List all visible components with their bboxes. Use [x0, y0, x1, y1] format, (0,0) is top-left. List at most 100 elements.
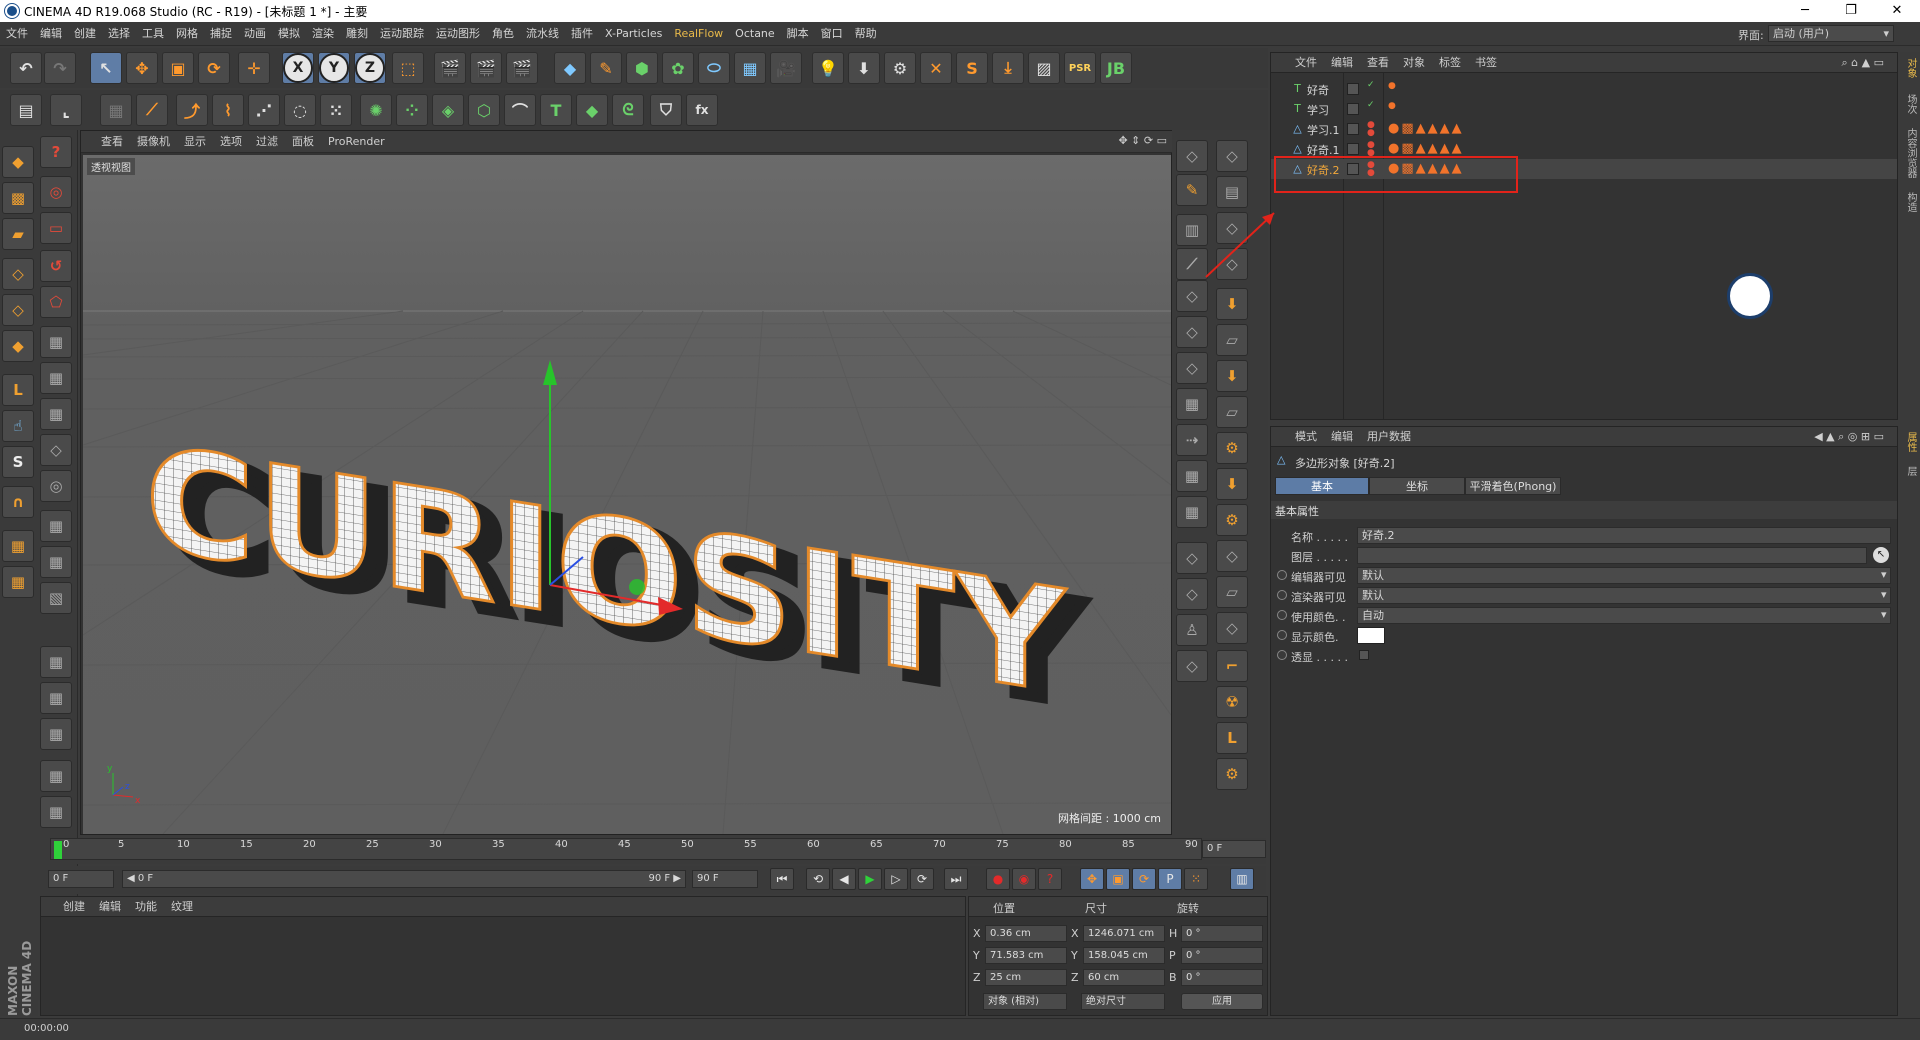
mid-tool-2[interactable]: ✎ [1176, 174, 1208, 206]
record-button[interactable]: ● [986, 868, 1010, 890]
animation-radio[interactable] [1277, 610, 1287, 620]
pen-button[interactable]: ✎ [590, 52, 622, 84]
layer-picker-icon[interactable]: ↖ [1873, 547, 1889, 563]
render-view-button[interactable]: 🎬 [434, 52, 466, 84]
menu-character[interactable]: 角色 [486, 22, 520, 46]
position-x-field[interactable]: 0.36 cm [985, 925, 1067, 942]
object-row-1[interactable]: T 好奇 ✓ ● [1271, 79, 1897, 99]
mid-tool-26[interactable]: ⚙ [1216, 504, 1248, 536]
psr-button[interactable]: PSR [1064, 52, 1096, 84]
perspective-viewport[interactable]: CURIOSITY CURIOSITY y x z 透视视图 网格间距 : 10… [83, 155, 1171, 834]
restore-button[interactable]: ❐ [1828, 0, 1874, 22]
palette-tool-12[interactable]: ▦ [40, 760, 72, 792]
mid-tool-20[interactable]: ⬇ [1216, 288, 1248, 320]
mid-tool-25[interactable]: ⬇ [1216, 468, 1248, 500]
tweak-mode-button[interactable]: ☝ [2, 410, 34, 442]
mm-menu-edit[interactable]: 编辑 [92, 897, 128, 917]
am-menu-user-data[interactable]: 用户数据 [1360, 427, 1418, 447]
right-tab-layers[interactable]: 层 [1903, 466, 1918, 476]
mo-spline-button[interactable]: ᘓ [612, 94, 644, 126]
effector-button[interactable]: ⛉ [650, 94, 682, 126]
mid-tool-1[interactable]: ◇ [1176, 140, 1208, 172]
menu-pipeline[interactable]: 流水线 [520, 22, 565, 46]
lasso-select-button[interactable]: ◎ [40, 176, 72, 208]
om-menu-bookmarks[interactable]: 书签 [1468, 53, 1504, 73]
position-y-field[interactable]: 71.583 cm [985, 947, 1067, 964]
material-tags-icon[interactable]: ●▩▲▲▲▲ [1388, 121, 1464, 136]
menu-script[interactable]: 脚本 [781, 22, 815, 46]
workplane-mode-button[interactable]: ▰ [2, 218, 34, 250]
mo-extrude-button[interactable]: ◆ [576, 94, 608, 126]
mid-tool-23[interactable]: ▱ [1216, 396, 1248, 428]
use-color-select[interactable]: 自动 [1357, 607, 1891, 624]
max-frame-field[interactable]: 90 F [692, 870, 758, 888]
play-button[interactable]: ▶ [858, 868, 882, 890]
menu-tools[interactable]: 工具 [136, 22, 170, 46]
voronoi-button[interactable]: ⬡ [468, 94, 500, 126]
animation-radio[interactable] [1277, 590, 1287, 600]
bridge-tool-button[interactable]: ⤴ [176, 94, 208, 126]
name-field[interactable]: 好奇.2 [1357, 527, 1891, 544]
viewport-menu-view[interactable]: 查看 [81, 131, 130, 153]
menu-plugins[interactable]: 插件 [565, 22, 599, 46]
menu-edit[interactable]: 编辑 [34, 22, 68, 46]
render-settings-button[interactable]: 🎬 [506, 52, 538, 84]
menu-select[interactable]: 选择 [102, 22, 136, 46]
key-position-button[interactable]: ✥ [1080, 868, 1104, 890]
z-axis-lock-button[interactable]: Z [354, 52, 386, 84]
rect-select-button[interactable]: ▭ [40, 212, 72, 244]
drop-to-floor-button[interactable]: ⬇ [848, 52, 880, 84]
visibility-toggle[interactable] [1347, 103, 1359, 115]
picture-button[interactable]: ▨ [1028, 52, 1060, 84]
mid-tool-21[interactable]: ▱ [1216, 324, 1248, 356]
menu-snap[interactable]: 捕捉 [204, 22, 238, 46]
mid-tool-30[interactable]: ⌐ [1216, 650, 1248, 682]
disabled-tool-button[interactable]: ▦ [100, 94, 132, 126]
timeline-window-button[interactable]: ▥ [1230, 868, 1254, 890]
mm-menu-function[interactable]: 功能 [128, 897, 164, 917]
light-button[interactable]: 💡 [812, 52, 844, 84]
cube-button[interactable]: ◆ [554, 52, 586, 84]
playhead[interactable] [54, 841, 62, 859]
visibility-dots-icon[interactable]: ● ● [1367, 141, 1375, 158]
menu-create[interactable]: 创建 [68, 22, 102, 46]
menu-sculpt[interactable]: 雕刻 [340, 22, 374, 46]
object-row-3[interactable]: △ 学习.1 ● ● ●▩▲▲▲▲ [1271, 119, 1897, 139]
mo-text-button[interactable]: T [540, 94, 572, 126]
poly-select-button[interactable]: ⬠ [40, 286, 72, 318]
tab-basic[interactable]: 基本 [1275, 477, 1369, 495]
size-y-field[interactable]: 158.045 cm [1083, 947, 1165, 964]
mid-tool-10[interactable]: ▦ [1176, 460, 1208, 492]
layer-field[interactable] [1357, 547, 1867, 564]
right-tab-structure[interactable]: 构造 [1903, 192, 1918, 212]
prev-frame-button[interactable]: ◀ [832, 868, 856, 890]
viewport-nav-icons[interactable]: ✥ ⇕ ⟳ ▭ [1118, 134, 1167, 147]
size-mode-select[interactable]: 绝对尺寸 [1081, 993, 1165, 1010]
viewport-menu-cameras[interactable]: 摄像机 [130, 131, 177, 153]
timeline-ruler[interactable]: 0 5 10 15 20 25 30 35 40 45 50 55 60 65 … [50, 838, 1202, 860]
coordinate-mode-select[interactable]: 对象 (相对) [983, 993, 1067, 1010]
subdivision-button[interactable]: ⬢ [626, 52, 658, 84]
size-x-field[interactable]: 1246.071 cm [1083, 925, 1165, 942]
mid-tool-29[interactable]: ◇ [1216, 612, 1248, 644]
mid-tool-7[interactable]: ◇ [1176, 352, 1208, 384]
palette-tool-8[interactable]: ▧ [40, 582, 72, 614]
mograph-cloner-button[interactable]: ✺ [360, 94, 392, 126]
next-key-button[interactable]: ⟳ [910, 868, 934, 890]
menu-x-particles[interactable]: X-Particles [599, 22, 668, 46]
close-button[interactable]: ✕ [1874, 0, 1920, 22]
live-selection-button[interactable]: ↖ [90, 52, 122, 84]
key-rotation-button[interactable]: ⟳ [1132, 868, 1156, 890]
key-pla-button[interactable]: ⁙ [1184, 868, 1208, 890]
mid-tool-14[interactable]: ♙ [1176, 614, 1208, 646]
xray-checkbox[interactable] [1359, 650, 1369, 660]
mid-tool-9[interactable]: ⇢ [1176, 424, 1208, 456]
rotation-b-field[interactable]: 0 ° [1181, 969, 1263, 986]
floor-button[interactable]: ▦ [734, 52, 766, 84]
loop-select-button[interactable]: ◌ [284, 94, 316, 126]
fracture-button[interactable]: ◈ [432, 94, 464, 126]
formula-button[interactable]: fx [686, 94, 718, 126]
help-button[interactable]: ? [40, 136, 72, 168]
preview-range-slider[interactable]: ◀ 0 F 90 F ▶ [122, 870, 686, 888]
palette-tool-9[interactable]: ▦ [40, 646, 72, 678]
